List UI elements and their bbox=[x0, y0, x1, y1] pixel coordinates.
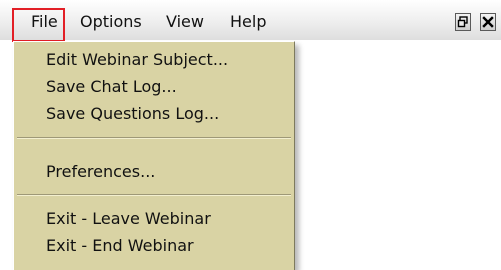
menu-options[interactable]: Options bbox=[80, 9, 142, 35]
menu-help[interactable]: Help bbox=[230, 9, 266, 35]
file-dropdown-menu: Edit Webinar Subject... Save Chat Log...… bbox=[13, 41, 295, 270]
menu-separator bbox=[17, 194, 291, 196]
save-questions-log-item[interactable]: Save Questions Log... bbox=[46, 102, 219, 126]
preferences-item[interactable]: Preferences... bbox=[46, 160, 155, 184]
exit-end-webinar-item[interactable]: Exit - End Webinar bbox=[46, 234, 194, 258]
save-chat-log-item[interactable]: Save Chat Log... bbox=[46, 75, 177, 99]
restore-icon bbox=[457, 16, 468, 28]
menu-separator bbox=[17, 137, 291, 139]
close-icon bbox=[482, 16, 494, 28]
edit-webinar-subject-item[interactable]: Edit Webinar Subject... bbox=[46, 48, 228, 72]
menu-bar: File Options View Help bbox=[0, 0, 501, 40]
menu-view[interactable]: View bbox=[166, 9, 204, 35]
exit-leave-webinar-item[interactable]: Exit - Leave Webinar bbox=[46, 207, 211, 231]
menu-file[interactable]: File bbox=[13, 9, 63, 35]
restore-button[interactable] bbox=[455, 13, 471, 31]
close-button[interactable] bbox=[480, 13, 496, 31]
